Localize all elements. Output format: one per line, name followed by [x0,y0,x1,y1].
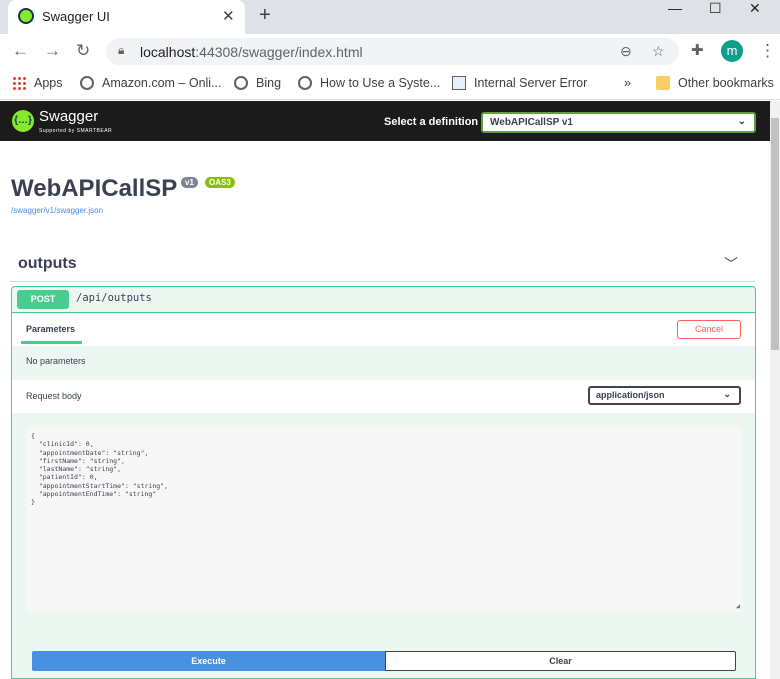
api-title: WebAPICallSP [11,175,178,202]
apps-grid-icon [12,76,26,90]
operation-block: POST /api/outputs Parameters Cancel No p… [11,286,756,679]
tab-parameters[interactable]: Parameters [26,324,75,334]
lock-icon: 🔒︎ [118,43,125,57]
method-badge: POST [17,290,69,309]
bookmark-label: Other bookmarks [678,76,774,90]
tag-divider [10,281,755,282]
bookmark-label: Bing [256,76,282,90]
chevron-down-icon: ⌄ [723,389,731,399]
content-type-select[interactable]: application/json ⌄ [588,386,741,405]
oas-badge: OAS3 [205,177,235,188]
reload-icon[interactable]: ↻ [76,41,90,61]
bookmarks-bar: Apps Amazon.com – Onli... Bing How to Us… [0,68,780,100]
bookmark-label: Internal Server Error [474,76,588,90]
menu-kebab-icon[interactable]: ⋮ [759,41,776,61]
execute-button[interactable]: Execute [32,651,385,671]
request-body-label: Request body [26,391,82,401]
globe-icon [80,76,94,90]
version-badge: v1 [181,177,198,188]
address-bar: ← → ↻ 🔒︎ localhost:44308/swagger/index.h… [0,34,780,68]
definition-select-value: WebAPICallSP v1 [490,117,573,128]
bookmark-star-icon[interactable]: ☆ [652,43,665,60]
extensions-puzzle-icon[interactable]: ✚ [691,41,704,59]
bookmark-internal-server-error[interactable]: Internal Server Error [452,76,587,90]
content-type-value: application/json [596,390,665,400]
profile-avatar[interactable]: m [721,40,743,62]
bookmark-how-to[interactable]: How to Use a Syste... [298,76,440,90]
swagger-logo-icon[interactable]: {…} [12,110,34,132]
no-parameters-text: No parameters [26,356,86,366]
logo-text: Swagger [39,108,99,125]
request-body-json: { "clinicId": 0, "appointmentDate": "str… [31,432,168,507]
tag-title[interactable]: outputs [18,255,77,273]
scrollbar-thumb[interactable] [771,118,779,350]
folder-icon [656,76,670,90]
url-path: :44308/swagger/index.html [195,44,363,60]
parameters-header: Parameters Cancel [12,314,755,346]
swagger-topbar: {…} Swagger Supported by SMARTBEAR Selec… [0,101,770,141]
definition-label: Select a definition [384,116,479,128]
cancel-button[interactable]: Cancel [677,320,741,339]
request-body-textarea[interactable]: { "clinicId": 0, "appointmentDate": "str… [26,427,742,612]
chevron-down-icon: ⌄ [737,116,746,127]
forward-arrow-icon[interactable]: → [44,41,61,61]
url-host: localhost [140,44,196,60]
bookmark-label: How to Use a Syste... [320,76,441,90]
operation-path: /api/outputs [76,292,152,304]
back-arrow-icon[interactable]: ← [12,41,29,61]
zoom-icon[interactable]: ⊖ [620,43,632,60]
browser-tab[interactable]: Swagger UI ✕ [8,0,245,34]
bookmark-bing[interactable]: Bing [234,76,281,90]
new-tab-icon[interactable]: + [259,4,271,27]
tab-title: Swagger UI [42,9,110,24]
maximize-icon[interactable]: ☐ [709,0,722,17]
clear-button[interactable]: Clear [385,651,736,671]
request-body-header: Request body application/json ⌄ [12,380,755,413]
globe-icon [234,76,248,90]
url-input[interactable]: 🔒︎ localhost:44308/swagger/index.html ⊖ … [106,38,679,65]
document-icon [452,76,466,90]
operation-summary[interactable]: POST /api/outputs [12,287,755,313]
active-tab-indicator [21,341,82,344]
bookmark-other[interactable]: Other bookmarks [656,76,774,90]
bookmark-label: Amazon.com – Onli... [102,76,222,90]
window-close-icon[interactable]: ✕ [749,0,761,17]
definition-select[interactable]: WebAPICallSP v1 ⌄ [481,112,756,133]
resize-handle-icon[interactable]: ◢ [736,602,740,610]
spec-url-link[interactable]: /swagger/v1/swagger.json [11,206,103,215]
chevron-down-icon[interactable]: ﹀ [724,254,738,274]
globe-icon [298,76,312,90]
url-text: localhost:44308/swagger/index.html [140,44,363,60]
swagger-favicon-icon [18,8,34,24]
logo-subtitle: Supported by SMARTBEAR [39,128,113,134]
bookmark-amazon[interactable]: Amazon.com – Onli... [80,76,222,90]
tab-close-icon[interactable]: ✕ [222,7,235,25]
minimize-icon[interactable]: — [668,0,682,16]
bookmark-label: Apps [34,76,63,90]
browser-tab-bar: Swagger UI ✕ + — ☐ ✕ [0,0,780,34]
bookmarks-overflow-icon[interactable]: » [624,76,631,90]
bookmark-apps[interactable]: Apps [12,76,63,90]
